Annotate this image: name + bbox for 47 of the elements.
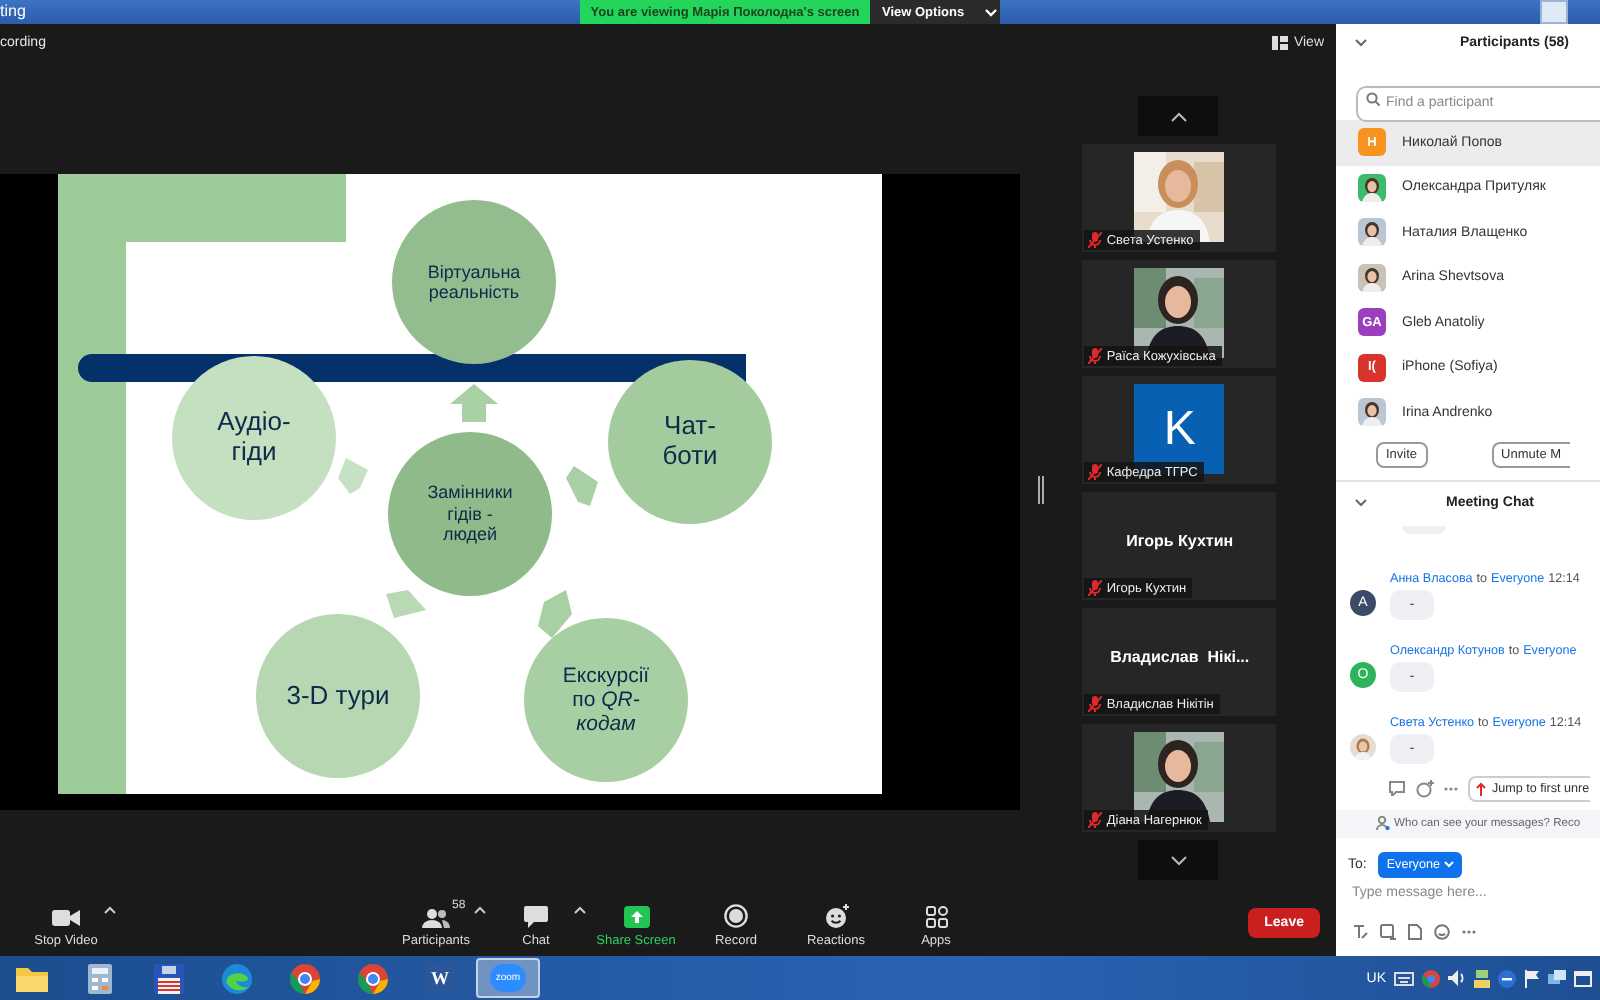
- chevron-icon: [1443, 860, 1454, 868]
- speaker-icon[interactable]: [1448, 970, 1466, 986]
- word-icon: W: [425, 964, 455, 992]
- resize-handle[interactable]: [1038, 476, 1044, 504]
- collapse-icon[interactable]: [1354, 37, 1368, 47]
- format-icon[interactable]: [1352, 923, 1368, 939]
- chevron-up-icon: [1169, 111, 1188, 121]
- file-icon[interactable]: [1408, 923, 1422, 939]
- caret-icon[interactable]: [574, 905, 586, 913]
- caret-icon[interactable]: [474, 905, 486, 913]
- people-icon: [422, 907, 450, 927]
- diagram-node: Чат- боти: [608, 360, 772, 524]
- more-icon[interactable]: [1444, 785, 1458, 791]
- diagram-node: Екскурсії по QR- кодам: [524, 618, 688, 782]
- window-icon[interactable]: [1574, 969, 1592, 987]
- arrow-up-icon: [1476, 781, 1486, 795]
- chat-bubble-icon: [524, 905, 548, 927]
- flag-icon[interactable]: [1524, 969, 1540, 987]
- share-screen-icon: [623, 905, 649, 927]
- grid-icon: [1271, 35, 1288, 49]
- reply-icon[interactable]: [1388, 780, 1406, 796]
- collapse-icon[interactable]: [1354, 498, 1368, 508]
- emoji-icon[interactable]: [1434, 923, 1450, 939]
- video-camera-icon: [52, 907, 80, 927]
- screenshot-icon[interactable]: [1380, 923, 1396, 939]
- browser-icon: [289, 963, 319, 993]
- search-icon: [1366, 92, 1380, 106]
- browser-icon: [221, 963, 251, 993]
- apps-icon: [925, 905, 947, 927]
- diagram-node: Віртуальна реальність: [392, 200, 556, 364]
- diagram-node: Замінники гідів - людей: [388, 432, 552, 596]
- chevron-down-icon: [1169, 855, 1188, 865]
- calculator-icon: [88, 963, 112, 993]
- participant-name: Игорь Кухтин: [1126, 531, 1234, 549]
- chevron-icon: [984, 7, 999, 17]
- caret-icon[interactable]: [104, 905, 116, 913]
- record-icon: [724, 903, 748, 927]
- keyboard-icon[interactable]: [1394, 971, 1414, 985]
- browser-icon: [357, 963, 387, 993]
- folder-icon: [16, 965, 48, 991]
- smiley-icon: [823, 903, 849, 927]
- person-icon: [1376, 816, 1390, 830]
- minus-circle-icon[interactable]: [1498, 969, 1516, 987]
- participant-name: Владислав Нікі...: [1110, 647, 1250, 665]
- taskbar-word-button[interactable]: W: [408, 958, 472, 998]
- add-reaction-icon[interactable]: [1416, 779, 1434, 797]
- window-title: ting: [0, 0, 28, 24]
